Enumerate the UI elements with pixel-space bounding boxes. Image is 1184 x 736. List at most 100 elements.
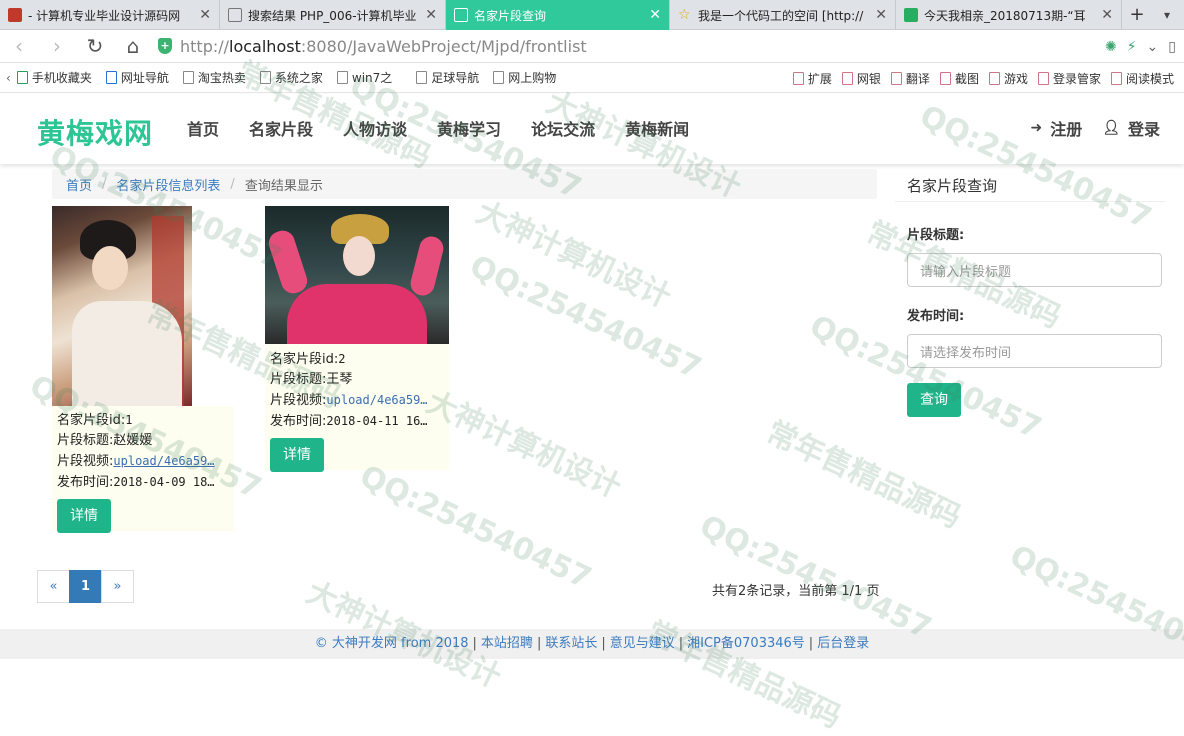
clip-photo[interactable] — [265, 206, 449, 344]
scissors-icon — [939, 71, 951, 85]
breadcrumb-home[interactable]: 首页 — [66, 175, 92, 194]
detail-button[interactable]: 详情 — [57, 499, 111, 533]
breadcrumb-separator: / — [102, 176, 107, 192]
close-icon[interactable]: ✕ — [649, 7, 661, 23]
lightning-icon[interactable]: ⚡ — [1127, 39, 1137, 55]
footer-admin-link[interactable]: 后台登录 — [817, 636, 869, 651]
tab-title: 今天我相亲_20180713期-“耳 — [924, 8, 1086, 23]
clip-time-row: 发布时间:2018-04-11 16… — [270, 414, 428, 429]
netbank-button[interactable]: 网银 — [841, 70, 881, 87]
nav-home[interactable]: 首页 — [187, 116, 219, 140]
browser-tab[interactable]: 今天我相亲_20180713期-“耳 ✕ — [896, 0, 1122, 30]
screenshot-button[interactable]: 截图 — [939, 70, 979, 87]
nav-forum[interactable]: 论坛交流 — [531, 116, 595, 140]
bookmark-item[interactable]: 网上购物 — [493, 69, 556, 86]
reader-mode-button[interactable]: 阅读模式 — [1110, 70, 1174, 87]
games-button[interactable]: 游戏 — [988, 70, 1028, 87]
bank-icon — [841, 71, 853, 85]
breadcrumb-current: 查询结果显示 — [244, 178, 323, 194]
tab-title: 名家片段查询 — [474, 8, 547, 23]
login-manager-button[interactable]: 登录管家 — [1037, 70, 1101, 87]
site-favicon-icon — [8, 8, 22, 22]
close-icon[interactable]: ✕ — [425, 7, 437, 23]
tab-title: - 计算机专业毕业设计源码网 — [28, 8, 181, 23]
browser-tab[interactable]: - 计算机专业毕业设计源码网 ✕ — [0, 0, 220, 30]
bookmark-item[interactable]: 足球导航 — [416, 69, 479, 86]
register-link[interactable]: ➜ 注册 — [1030, 116, 1082, 140]
watermark-text: QQ:254540457 — [464, 248, 707, 387]
bookmark-item[interactable]: 手机收藏夹 — [16, 69, 92, 86]
accelerate-icon[interactable]: ✺ — [1105, 39, 1117, 55]
breadcrumb-separator: / — [230, 176, 235, 192]
security-shield-icon: + — [158, 38, 172, 54]
next-page-button[interactable]: » — [101, 570, 134, 603]
prev-page-button[interactable]: « — [37, 570, 70, 603]
browser-tab-bar: - 计算机专业毕业设计源码网 ✕ 搜索结果 PHP_006-计算机毕业 ✕ 名家… — [0, 0, 1184, 30]
reload-icon[interactable]: ↻ — [76, 34, 114, 58]
url-text: http://localhost:8080/JavaWebProject/Mjp… — [180, 36, 587, 56]
clip-video-link[interactable]: upload/4e6a59… — [113, 454, 214, 468]
new-tab-button[interactable]: + — [1122, 0, 1152, 29]
clip-info: 名家片段id:2 片段标题:王琴 片段视频:upload/4e6a59… 发布时… — [265, 344, 449, 472]
title-search-input[interactable]: 请输入片段标题 — [907, 253, 1162, 287]
translate-button[interactable]: 翻译 — [890, 70, 930, 87]
watermark-text: QQ:254540457 — [694, 508, 937, 647]
watermark-text: 常年售精品源码 — [760, 414, 967, 536]
footer-copyright[interactable]: © 大神开发网 from 2018 — [315, 636, 469, 651]
bookmark-item[interactable]: win7之 — [336, 69, 392, 86]
nav-news[interactable]: 黄梅新闻 — [625, 116, 689, 140]
address-bar[interactable]: + http://localhost:8080/JavaWebProject/M… — [158, 33, 1108, 59]
bookmark-item[interactable]: 系统之家 — [259, 69, 323, 86]
time-search-input[interactable]: 请选择发布时间 — [907, 334, 1162, 368]
video-site-icon — [904, 8, 918, 22]
footer-feedback-link[interactable]: 意见与建议 — [610, 636, 675, 651]
clip-id-row: 名家片段id:1 — [57, 413, 133, 428]
nav-famous-clips[interactable]: 名家片段 — [249, 116, 313, 140]
clip-video-link[interactable]: upload/4e6a59… — [326, 393, 427, 407]
back-icon[interactable]: ‹ — [0, 34, 38, 58]
nav-icon — [105, 71, 117, 84]
close-icon[interactable]: ✕ — [1101, 7, 1113, 23]
clip-title-row: 片段标题:赵媛媛 — [57, 433, 153, 448]
translate-icon — [890, 71, 902, 85]
browser-tab-active[interactable]: 名家片段查询 ✕ — [446, 0, 670, 30]
detail-button[interactable]: 详情 — [270, 438, 324, 472]
book-icon — [1110, 71, 1122, 85]
footer-contact-link[interactable]: 联系站长 — [545, 636, 597, 651]
browser-tab[interactable]: 搜索结果 PHP_006-计算机毕业 ✕ — [220, 0, 446, 30]
sidebar-icon[interactable]: ▯ — [1168, 39, 1176, 55]
bookmark-item[interactable]: 网址导航 — [105, 69, 169, 86]
close-icon[interactable]: ✕ — [875, 7, 887, 23]
extensions-button[interactable]: 扩展 — [792, 70, 832, 87]
footer-jobs-link[interactable]: 本站招聘 — [481, 636, 533, 651]
star-icon: ☆ — [678, 7, 691, 23]
breadcrumb-list[interactable]: 名家片段信息列表 — [116, 175, 220, 194]
dropdown-icon[interactable]: ⌄ — [1147, 39, 1159, 55]
page-summary: 共有2条记录，当前第 1/1 页 — [712, 584, 880, 599]
browser-tab[interactable]: ☆ 我是一个代码工的空间 [http:// ✕ — [670, 0, 896, 30]
nav-interviews[interactable]: 人物访谈 — [343, 116, 407, 140]
watermark-text: 常年售精品源码 — [640, 614, 847, 736]
watermark-text: 大神计算机设计 — [470, 194, 677, 316]
page-icon — [336, 71, 348, 84]
bookmark-item[interactable]: 淘宝热卖 — [182, 69, 246, 86]
page-button-current[interactable]: 1 — [69, 570, 102, 603]
bookmarks-chevron-icon[interactable]: ‹ — [6, 71, 11, 85]
extensions-icon — [792, 71, 804, 85]
main-nav: 首页 名家片段 人物访谈 黄梅学习 论坛交流 黄梅新闻 — [187, 116, 719, 140]
time-field-label: 发布时间: — [907, 309, 965, 324]
search-panel-title: 名家片段查询 — [895, 169, 1165, 202]
nav-learning[interactable]: 黄梅学习 — [437, 116, 501, 140]
footer-icp-link[interactable]: 湘ICP备0703346号 — [687, 636, 805, 651]
site-logo[interactable]: 黄梅戏网 — [37, 112, 153, 152]
tab-list-icon[interactable]: ▾ — [1152, 0, 1182, 29]
clip-photo[interactable] — [52, 206, 192, 406]
clip-info: 名家片段id:1 片段标题:赵媛媛 片段视频:upload/4e6a59… 发布… — [52, 406, 234, 533]
clip-video-row: 片段视频:upload/4e6a59… — [57, 454, 215, 469]
query-button[interactable]: 查询 — [907, 383, 961, 417]
forward-icon[interactable]: › — [38, 34, 76, 58]
home-icon[interactable]: ⌂ — [114, 34, 152, 58]
watermark-text: QQ:254540457 — [354, 458, 597, 597]
login-link[interactable]: 👤︎ 登录 — [1102, 116, 1160, 140]
close-icon[interactable]: ✕ — [199, 7, 211, 23]
